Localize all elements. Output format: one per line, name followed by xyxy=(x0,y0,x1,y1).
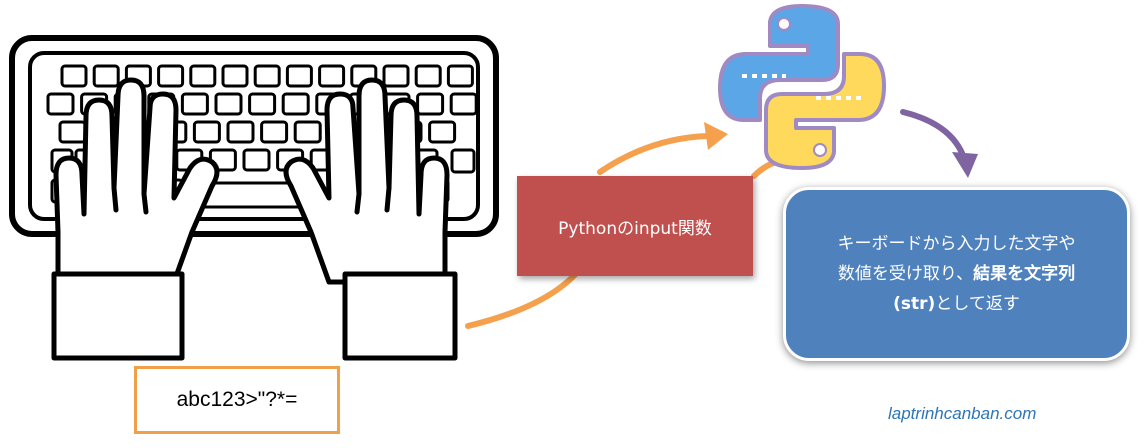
result-line-2-bold: 結果を文字列 xyxy=(973,264,1076,284)
result-line-2: 数値を受け取り、結果を文字列 xyxy=(838,259,1075,289)
result-description-box: キーボードから入力した文字や 数値を受け取り、結果を文字列 (str)として返す xyxy=(783,187,1130,361)
result-line-3-plain: として返す xyxy=(935,294,1020,314)
input-example-text: abc123>"?*= xyxy=(176,388,298,411)
diagram: abc123>"?*= Pythonのinput関数 キーボードから入力した文字… xyxy=(0,0,1144,448)
function-label-text: Pythonのinput関数 xyxy=(558,218,712,239)
function-label-box: Pythonのinput関数 xyxy=(517,176,753,276)
result-line-1: キーボードから入力した文字や xyxy=(837,234,1076,254)
input-example-box: abc123>"?*= xyxy=(134,366,340,434)
python-logo-icon xyxy=(718,4,886,170)
result-line-2-plain: 数値を受け取り、 xyxy=(837,264,974,284)
orange-arrow-upper xyxy=(597,133,711,175)
purple-arrowhead xyxy=(952,152,978,178)
purple-arrow xyxy=(900,109,967,161)
result-line-3-bold: (str) xyxy=(893,294,936,314)
result-line-3: (str)として返す xyxy=(893,289,1020,319)
site-credit: laptrinhcanban.com xyxy=(888,404,1037,423)
